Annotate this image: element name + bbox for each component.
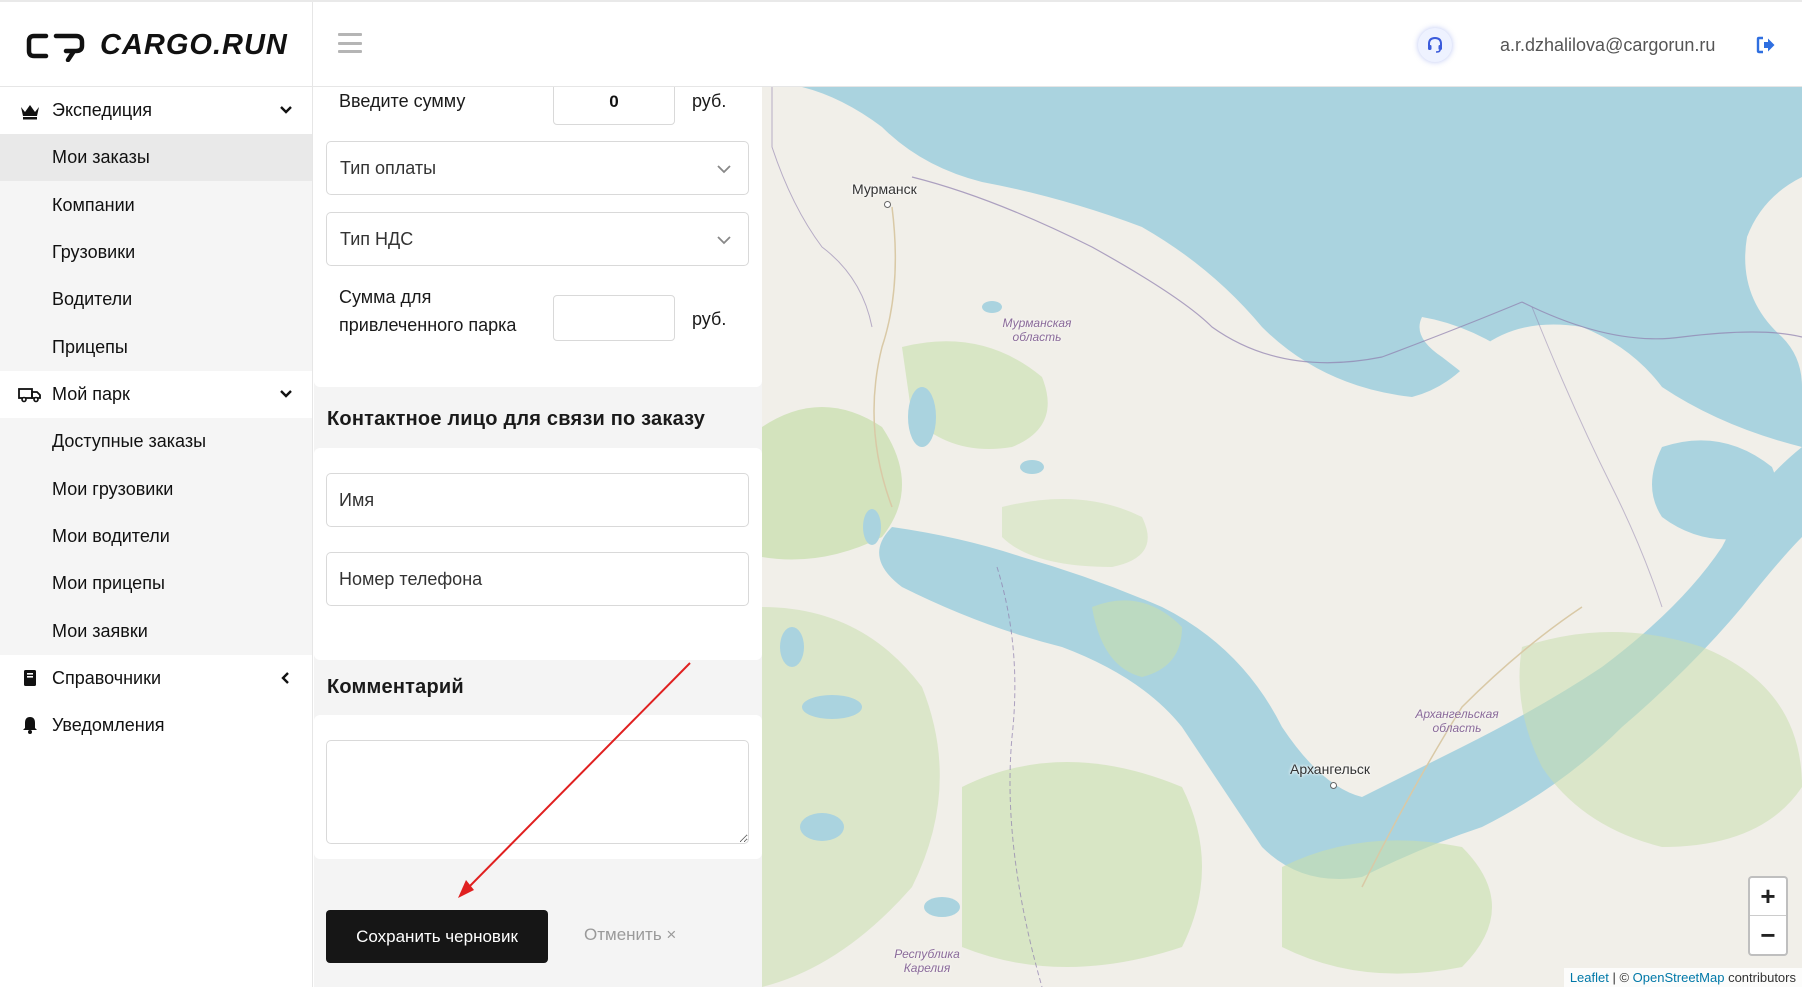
sidebar-item-my-requests[interactable]: Мои заявки xyxy=(0,608,312,655)
user-email[interactable]: a.r.dzhalilova@cargorun.ru xyxy=(1500,35,1715,56)
sidebar-item-available-orders[interactable]: Доступные заказы xyxy=(0,418,312,465)
order-form-panel: Введите сумму руб. Тип оплаты Тип НДС Су… xyxy=(314,87,762,987)
fleet-amount-input[interactable] xyxy=(553,295,675,341)
top-header: CARGO.RUN a.r.dzhalilova@cargorun.ru xyxy=(0,0,1802,89)
crown-icon xyxy=(18,100,42,122)
region-label-murmansk: Мурманская область xyxy=(1002,316,1072,344)
chevron-down-icon xyxy=(717,165,731,174)
sidebar-sublist-my-fleet: Доступные заказы Мои грузовики Мои водит… xyxy=(0,417,312,655)
sidebar-item-trucks[interactable]: Грузовики xyxy=(0,229,312,276)
city-label-arkhangelsk: Архангельск xyxy=(1290,761,1371,777)
logo[interactable]: CARGO.RUN xyxy=(0,2,313,89)
contact-section-title: Контактное лицо для связи по заказу xyxy=(327,408,706,430)
payment-type-placeholder: Тип оплаты xyxy=(340,157,437,178)
sidebar-sublist-expedition: Мои заказы Компании Грузовики Водители П… xyxy=(0,134,312,371)
comment-section-title: Комментарий xyxy=(327,676,464,698)
sidebar-group-references[interactable]: Справочники xyxy=(0,655,312,702)
hamburger-icon[interactable] xyxy=(338,33,362,53)
save-draft-button[interactable]: Сохранить черновик xyxy=(326,910,548,963)
vat-type-placeholder: Тип НДС xyxy=(340,228,414,249)
zoom-control: + − xyxy=(1748,876,1788,956)
sidebar-item-companies[interactable]: Компании xyxy=(0,181,312,228)
sidebar-group-label: Уведомления xyxy=(52,714,165,735)
logo-mark-icon xyxy=(26,33,85,62)
sidebar-group-label: Справочники xyxy=(52,667,162,688)
chevron-left-icon xyxy=(281,672,289,684)
osm-link[interactable]: OpenStreetMap xyxy=(1633,970,1725,985)
leaflet-link[interactable]: Leaflet xyxy=(1570,970,1609,985)
map-view[interactable]: Мурманск Архангельск Мурманская область … xyxy=(762,87,1802,987)
comment-textarea[interactable] xyxy=(326,740,749,844)
logout-icon[interactable] xyxy=(1755,34,1777,56)
region-label-karelia: Республика Карелия xyxy=(894,947,960,975)
payment-type-select[interactable]: Тип оплаты xyxy=(326,141,749,195)
map-attribution: Leaflet | © OpenStreetMap contributors xyxy=(1563,968,1802,987)
contact-card xyxy=(314,448,762,660)
bell-icon xyxy=(18,714,42,736)
amount-currency: руб. xyxy=(692,91,727,111)
zoom-out-button[interactable]: − xyxy=(1750,916,1786,954)
fleet-amount-label-line2: привлеченного парка xyxy=(339,315,517,335)
chevron-down-icon xyxy=(280,390,292,398)
payment-card: Введите сумму руб. Тип оплаты Тип НДС Су… xyxy=(314,87,762,387)
cancel-button[interactable]: Отменить × xyxy=(584,925,676,945)
attribution-separator: | © xyxy=(1608,970,1633,985)
sidebar: Экспедиция Мои заказы Компании Грузовики… xyxy=(0,87,313,987)
sidebar-item-trailers[interactable]: Прицепы xyxy=(0,324,312,371)
book-icon xyxy=(18,667,42,689)
sidebar-group-expedition[interactable]: Экспедиция xyxy=(0,87,312,134)
truck-icon xyxy=(18,383,42,405)
vat-type-select[interactable]: Тип НДС xyxy=(326,212,749,266)
sidebar-group-label: Экспедиция xyxy=(52,100,153,120)
city-marker xyxy=(1330,782,1337,789)
logo-text: CARGO.RUN xyxy=(100,29,288,61)
sidebar-item-my-drivers[interactable]: Мои водители xyxy=(0,513,312,560)
contact-name-input[interactable] xyxy=(326,473,749,527)
fleet-amount-currency: руб. xyxy=(692,309,727,329)
chevron-down-icon xyxy=(717,236,731,245)
headset-icon[interactable] xyxy=(1418,28,1452,62)
sidebar-group-notifications[interactable]: Уведомления xyxy=(0,702,312,749)
zoom-in-button[interactable]: + xyxy=(1750,878,1786,916)
contact-phone-input[interactable] xyxy=(326,552,749,606)
chevron-down-icon xyxy=(280,106,292,114)
sidebar-item-my-trailers[interactable]: Мои прицепы xyxy=(0,560,312,607)
sidebar-group-label: Мой парк xyxy=(52,383,130,404)
amount-input[interactable] xyxy=(553,87,675,125)
region-label-arkhangelsk: Архангельская область xyxy=(1415,707,1499,735)
sidebar-item-drivers[interactable]: Водители xyxy=(0,276,312,323)
comment-card xyxy=(314,715,762,859)
fleet-amount-label-line1: Сумма для xyxy=(339,287,432,307)
city-marker xyxy=(884,201,891,208)
city-label-murmansk: Мурманск xyxy=(852,181,917,197)
amount-label: Введите сумму xyxy=(339,91,466,111)
sidebar-group-my-fleet[interactable]: Мой парк xyxy=(0,371,312,418)
attribution-suffix: contributors xyxy=(1724,970,1796,985)
sidebar-item-my-orders[interactable]: Мои заказы xyxy=(0,134,312,182)
sidebar-item-my-trucks[interactable]: Мои грузовики xyxy=(0,465,312,512)
map-tiles xyxy=(762,87,1802,987)
